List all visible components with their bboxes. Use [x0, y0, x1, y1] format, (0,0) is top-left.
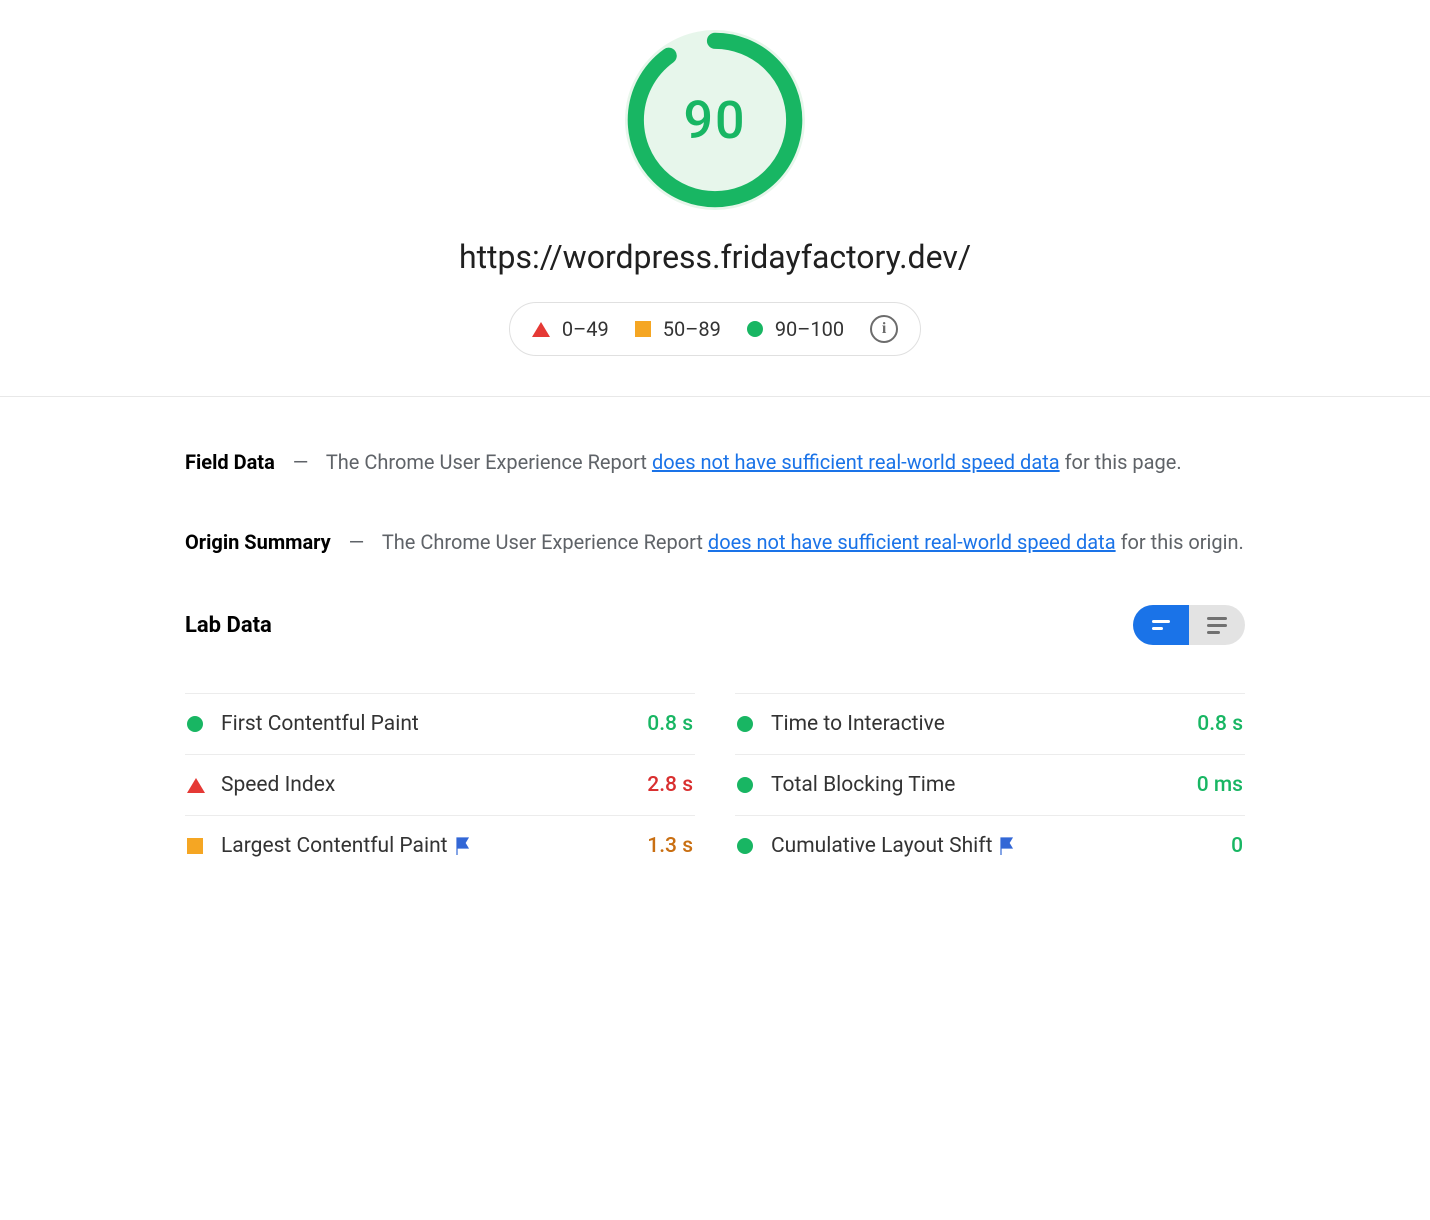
metric-name: Total Blocking Time	[771, 773, 1197, 797]
flag-icon	[1000, 837, 1014, 855]
metric-row[interactable]: Total Blocking Time0 ms	[735, 754, 1245, 815]
metric-value: 0 ms	[1197, 773, 1243, 797]
legend-good-range: 90–100	[775, 317, 844, 341]
metric-value: 0.8 s	[647, 712, 693, 736]
circle-icon	[737, 716, 753, 732]
lab-data-heading: Lab Data	[185, 613, 272, 638]
metric-row[interactable]: Largest Contentful Paint1.3 s	[185, 815, 695, 876]
triangle-icon	[187, 778, 205, 793]
metric-name: Speed Index	[221, 773, 647, 797]
metric-name: Time to Interactive	[771, 712, 1197, 736]
metric-value: 0.8 s	[1197, 712, 1243, 736]
legend-average: 50–89	[635, 317, 721, 341]
legend-average-range: 50–89	[663, 317, 721, 341]
circle-icon	[187, 716, 203, 732]
square-icon	[187, 838, 203, 854]
origin-summary-prefix: The Chrome User Experience Report	[382, 530, 708, 554]
view-toggle-expanded[interactable]	[1189, 605, 1245, 645]
metrics-column-left: First Contentful Paint0.8 sSpeed Index2.…	[185, 693, 695, 876]
metric-row[interactable]: Time to Interactive0.8 s	[735, 693, 1245, 754]
performance-score: 90	[625, 30, 805, 210]
origin-summary-heading: Origin Summary	[185, 530, 331, 554]
field-data-heading: Field Data	[185, 450, 275, 474]
field-data-suffix: for this page.	[1060, 450, 1182, 474]
triangle-icon	[532, 322, 550, 337]
info-icon[interactable]: i	[870, 315, 898, 343]
legend-good: 90–100	[747, 317, 844, 341]
score-section: 90 https://wordpress.fridayfactory.dev/ …	[0, 0, 1430, 397]
performance-gauge: 90	[625, 30, 805, 210]
metric-name: First Contentful Paint	[221, 712, 647, 736]
view-toggle	[1133, 605, 1245, 645]
metric-row[interactable]: Cumulative Layout Shift0	[735, 815, 1245, 876]
metric-name: Largest Contentful Paint	[221, 834, 647, 858]
metric-row[interactable]: Speed Index2.8 s	[185, 754, 695, 815]
bars-lines-icon	[1207, 617, 1227, 634]
circle-icon	[737, 838, 753, 854]
metric-value: 1.3 s	[647, 834, 693, 858]
flag-icon	[456, 837, 470, 855]
legend-poor-range: 0–49	[562, 317, 609, 341]
field-data-link[interactable]: does not have sufficient real-world spee…	[652, 450, 1060, 474]
metric-row[interactable]: First Contentful Paint0.8 s	[185, 693, 695, 754]
tested-url: https://wordpress.fridayfactory.dev/	[0, 238, 1430, 276]
circle-icon	[747, 321, 763, 337]
square-icon	[635, 321, 651, 337]
origin-summary-paragraph: Origin Summary — The Chrome User Experie…	[185, 525, 1245, 559]
field-data-paragraph: Field Data — The Chrome User Experience …	[185, 445, 1245, 479]
circle-icon	[737, 777, 753, 793]
origin-summary-suffix: for this origin.	[1116, 530, 1244, 554]
metric-name: Cumulative Layout Shift	[771, 834, 1231, 858]
legend-poor: 0–49	[532, 317, 609, 341]
origin-summary-link[interactable]: does not have sufficient real-world spee…	[708, 530, 1116, 554]
metric-value: 0	[1231, 834, 1243, 858]
score-legend: 0–49 50–89 90–100 i	[509, 302, 921, 356]
field-data-prefix: The Chrome User Experience Report	[326, 450, 652, 474]
metrics-column-right: Time to Interactive0.8 sTotal Blocking T…	[735, 693, 1245, 876]
metric-value: 2.8 s	[647, 773, 693, 797]
view-toggle-compact[interactable]	[1133, 605, 1189, 645]
bars-left-icon	[1152, 620, 1170, 630]
